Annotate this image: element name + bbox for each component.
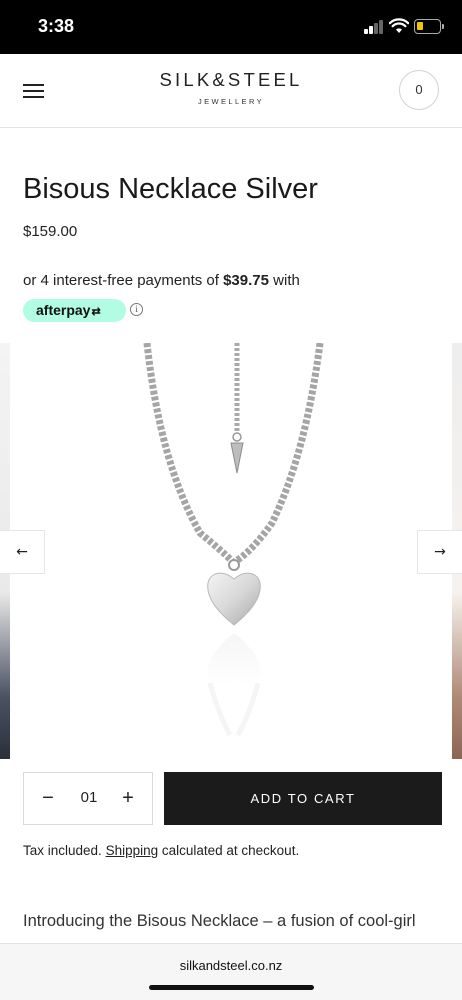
afterpay-logo-icon: ⇄	[91, 306, 101, 318]
product-title: Bisous Necklace Silver	[23, 173, 318, 205]
quantity-stepper: − 01 +	[23, 772, 153, 825]
wifi-icon	[389, 18, 409, 33]
logo-sub: JEWELLERY	[197, 97, 265, 106]
installment-amount: $39.75	[223, 272, 269, 289]
url-text[interactable]: silkandsteel.co.nz	[0, 958, 462, 973]
home-indicator[interactable]	[149, 985, 314, 990]
shipping-link[interactable]: Shipping	[106, 843, 159, 858]
signal-icon	[364, 20, 384, 34]
installments-text: or 4 interest-free payments of $39.75 wi…	[23, 272, 300, 289]
cart-button[interactable]: 0	[399, 70, 439, 110]
prev-arrow-button[interactable]: ←	[0, 530, 45, 574]
quantity-decrease-button[interactable]: −	[34, 785, 62, 813]
next-arrow-button[interactable]: →	[417, 530, 462, 574]
tax-note-suffix: calculated at checkout.	[158, 843, 300, 858]
installments-prefix: or 4 interest-free payments of	[23, 272, 224, 289]
battery-icon	[414, 19, 441, 34]
afterpay-badge: afterpay⇄	[23, 299, 126, 322]
afterpay-label: afterpay	[36, 302, 91, 318]
info-icon[interactable]: i	[130, 303, 143, 316]
status-time: 3:38	[38, 16, 75, 36]
battery-cap	[442, 24, 444, 29]
necklace-image	[143, 342, 324, 737]
status-bar: 3:38	[0, 0, 462, 54]
product-gallery: ← →	[0, 342, 462, 759]
installments-suffix: with	[268, 272, 300, 289]
quantity-input[interactable]: 01	[64, 789, 114, 806]
logo-main: SILK&STEEL	[159, 69, 303, 90]
description-intro: Introducing the Bisous Necklace – a fusi…	[23, 912, 416, 930]
quantity-increase-button[interactable]: +	[114, 785, 142, 813]
browser-address-bar[interactable]: silkandsteel.co.nz	[0, 943, 462, 1000]
add-to-cart-button[interactable]: ADD TO CART	[164, 772, 442, 825]
logo[interactable]: SILK&STEEL JEWELLERY	[0, 69, 462, 106]
site-header: SILK&STEEL JEWELLERY 0	[0, 54, 462, 128]
product-image	[10, 342, 452, 759]
product-price: $159.00	[23, 223, 78, 240]
tax-note: Tax included. Shipping calculated at che…	[23, 843, 299, 858]
tax-note-prefix: Tax included.	[23, 843, 106, 858]
